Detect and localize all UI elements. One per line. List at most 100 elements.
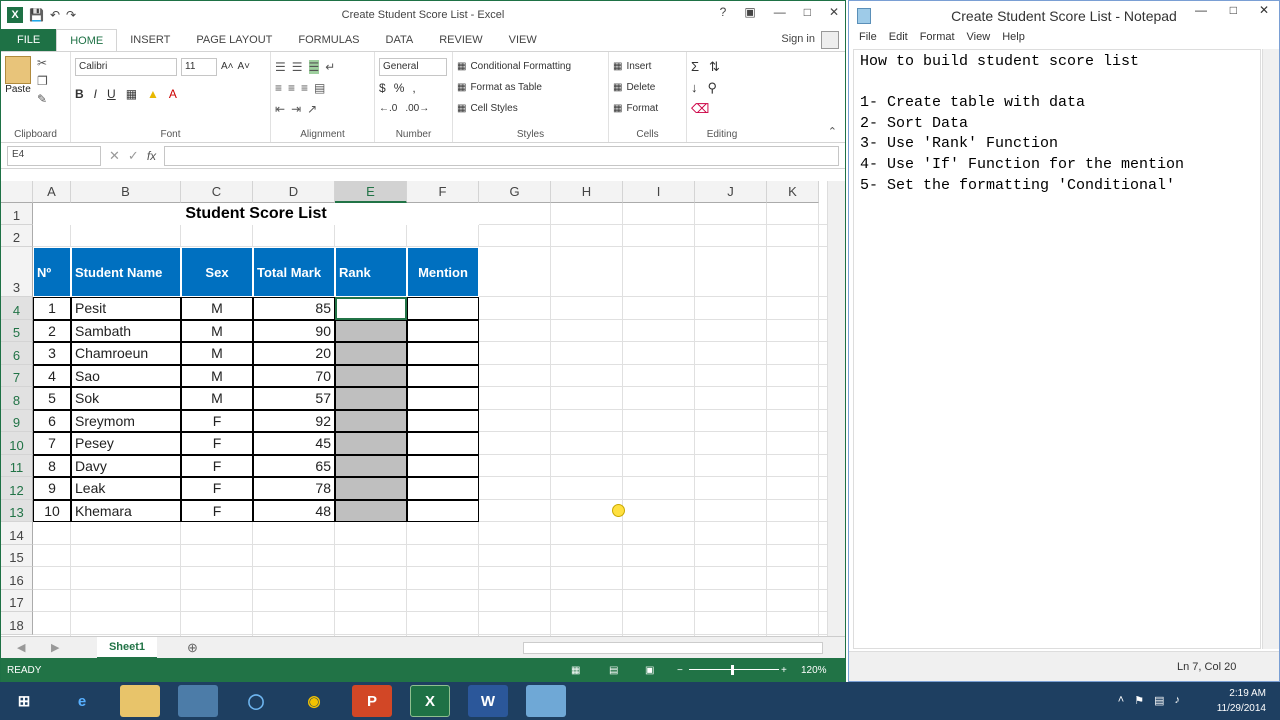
table-cell[interactable]: 90 bbox=[253, 319, 335, 342]
table-header-cell[interactable]: Nº bbox=[33, 247, 71, 297]
format-painter-icon[interactable]: ✎ bbox=[37, 92, 48, 106]
column-header-c[interactable]: C bbox=[181, 181, 253, 203]
shrink-font-icon[interactable]: A˅ bbox=[238, 61, 251, 72]
table-header-cell[interactable]: Sex bbox=[181, 247, 253, 297]
chrome-icon[interactable]: ◉ bbox=[294, 685, 334, 717]
tab-view[interactable]: VIEW bbox=[496, 29, 550, 51]
row-header-13[interactable]: 13 bbox=[1, 499, 33, 522]
table-cell[interactable] bbox=[407, 387, 479, 410]
table-cell[interactable]: 5 bbox=[33, 387, 71, 410]
table-cell[interactable]: 2 bbox=[33, 319, 71, 342]
column-header-j[interactable]: J bbox=[695, 181, 767, 203]
table-cell[interactable]: 45 bbox=[253, 432, 335, 455]
insert-function-icon[interactable]: fx bbox=[147, 149, 156, 163]
row-header-16[interactable]: 16 bbox=[1, 567, 33, 590]
table-cell[interactable]: M bbox=[181, 319, 253, 342]
paste-button[interactable]: Paste bbox=[5, 56, 31, 106]
undo-icon[interactable]: ↶ bbox=[50, 8, 60, 22]
notepad-maximize-icon[interactable]: □ bbox=[1230, 3, 1237, 17]
table-cell[interactable]: 92 bbox=[253, 409, 335, 432]
menu-view[interactable]: View bbox=[967, 31, 991, 49]
table-cell[interactable]: 9 bbox=[33, 477, 71, 500]
increase-indent-icon[interactable]: ⇥ bbox=[291, 102, 301, 116]
table-cell[interactable]: F bbox=[181, 454, 253, 477]
menu-file[interactable]: File bbox=[859, 31, 877, 49]
table-cell[interactable]: 57 bbox=[253, 387, 335, 410]
decrease-indent-icon[interactable]: ⇤ bbox=[275, 102, 285, 116]
bottom-align-icon[interactable]: ☰ bbox=[308, 59, 320, 74]
enter-icon[interactable]: ✓ bbox=[128, 148, 139, 164]
normal-view-icon[interactable]: ▦ bbox=[571, 665, 580, 676]
table-cell[interactable]: Khemara bbox=[71, 499, 181, 522]
table-cell[interactable]: Sambath bbox=[71, 319, 181, 342]
scroll-left-icon[interactable]: ◀ bbox=[17, 641, 25, 654]
select-all-corner[interactable] bbox=[1, 181, 33, 203]
conditional-formatting-button[interactable]: Conditional Formatting bbox=[470, 61, 571, 72]
align-left-icon[interactable]: ≡ bbox=[275, 81, 282, 95]
tab-review[interactable]: REVIEW bbox=[426, 29, 495, 51]
zoom-out-icon[interactable]: − bbox=[677, 665, 683, 676]
menu-help[interactable]: Help bbox=[1002, 31, 1025, 49]
excel-taskbar-icon[interactable]: X bbox=[410, 685, 450, 717]
table-cell[interactable]: Sreymom bbox=[71, 409, 181, 432]
row-header-3[interactable]: 3 bbox=[1, 247, 33, 297]
notepad-close-icon[interactable]: ✕ bbox=[1259, 3, 1269, 17]
sign-in-link[interactable]: Sign in bbox=[781, 33, 815, 45]
ribbon-display-icon[interactable]: ▣ bbox=[744, 5, 755, 19]
top-align-icon[interactable]: ☰ bbox=[275, 60, 286, 74]
new-sheet-icon[interactable]: ⊕ bbox=[187, 640, 198, 656]
active-cell[interactable] bbox=[335, 297, 407, 320]
row-header-1[interactable]: 1 bbox=[1, 203, 33, 225]
merge-center-icon[interactable]: ▤ bbox=[314, 81, 325, 95]
notepad-vertical-scrollbar[interactable] bbox=[1262, 49, 1279, 649]
sort-filter-icon[interactable]: ⇅ bbox=[709, 59, 720, 75]
format-as-table-button[interactable]: Format as Table bbox=[470, 82, 542, 93]
table-header-cell[interactable]: Mention bbox=[407, 247, 479, 297]
table-cell[interactable]: Sao bbox=[71, 364, 181, 387]
cancel-icon[interactable]: ✕ bbox=[109, 148, 120, 164]
table-cell[interactable] bbox=[407, 342, 479, 365]
table-cell[interactable]: F bbox=[181, 432, 253, 455]
notepad-text-area[interactable]: How to build student score list 1- Creat… bbox=[853, 49, 1261, 649]
table-cell[interactable] bbox=[335, 387, 407, 410]
redo-icon[interactable]: ↷ bbox=[66, 8, 76, 22]
table-cell[interactable]: 10 bbox=[33, 499, 71, 522]
table-cell[interactable]: Leak bbox=[71, 477, 181, 500]
table-cell[interactable]: 20 bbox=[253, 342, 335, 365]
zoom-slider[interactable] bbox=[689, 669, 779, 670]
vertical-scrollbar[interactable] bbox=[827, 181, 845, 636]
page-layout-view-icon[interactable]: ▤ bbox=[609, 665, 618, 676]
currency-icon[interactable]: $ bbox=[379, 81, 386, 95]
row-header-5[interactable]: 5 bbox=[1, 319, 33, 342]
row-header-15[interactable]: 15 bbox=[1, 544, 33, 567]
column-header-f[interactable]: F bbox=[407, 181, 479, 203]
sheet-tab-sheet1[interactable]: Sheet1 bbox=[97, 637, 157, 659]
start-windows-icon[interactable]: ⊞ bbox=[4, 685, 44, 717]
find-select-icon[interactable]: ⚲ bbox=[708, 80, 718, 96]
table-cell[interactable] bbox=[335, 409, 407, 432]
formula-input[interactable] bbox=[164, 145, 839, 166]
table-cell[interactable] bbox=[335, 499, 407, 522]
decrease-decimal-icon[interactable]: .00→ bbox=[405, 103, 429, 114]
table-cell[interactable] bbox=[407, 319, 479, 342]
table-cell[interactable] bbox=[407, 297, 479, 320]
table-cell[interactable] bbox=[335, 364, 407, 387]
row-header-14[interactable]: 14 bbox=[1, 522, 33, 545]
row-header-18[interactable]: 18 bbox=[1, 612, 33, 635]
worksheet-grid[interactable]: A B C D E F G H I J K 1 2 3 4 5 6 7 8 9 10 11 12 13 14 15 16 17 18 St… bbox=[1, 181, 827, 636]
powerpoint-icon[interactable]: P bbox=[352, 685, 392, 717]
table-cell[interactable]: 4 bbox=[33, 364, 71, 387]
percent-icon[interactable]: % bbox=[394, 81, 405, 95]
tab-page-layout[interactable]: PAGE LAYOUT bbox=[183, 29, 285, 51]
table-cell[interactable] bbox=[335, 319, 407, 342]
file-explorer-icon[interactable] bbox=[120, 685, 160, 717]
row-header-8[interactable]: 8 bbox=[1, 387, 33, 410]
notepad-minimize-icon[interactable]: — bbox=[1195, 3, 1207, 17]
delete-cells-button[interactable]: Delete bbox=[626, 82, 655, 93]
row-header-7[interactable]: 7 bbox=[1, 364, 33, 387]
table-cell[interactable] bbox=[335, 454, 407, 477]
table-cell[interactable]: 6 bbox=[33, 409, 71, 432]
column-header-g[interactable]: G bbox=[479, 181, 551, 203]
zoom-in-icon[interactable]: + bbox=[781, 665, 787, 676]
column-header-k[interactable]: K bbox=[767, 181, 819, 203]
